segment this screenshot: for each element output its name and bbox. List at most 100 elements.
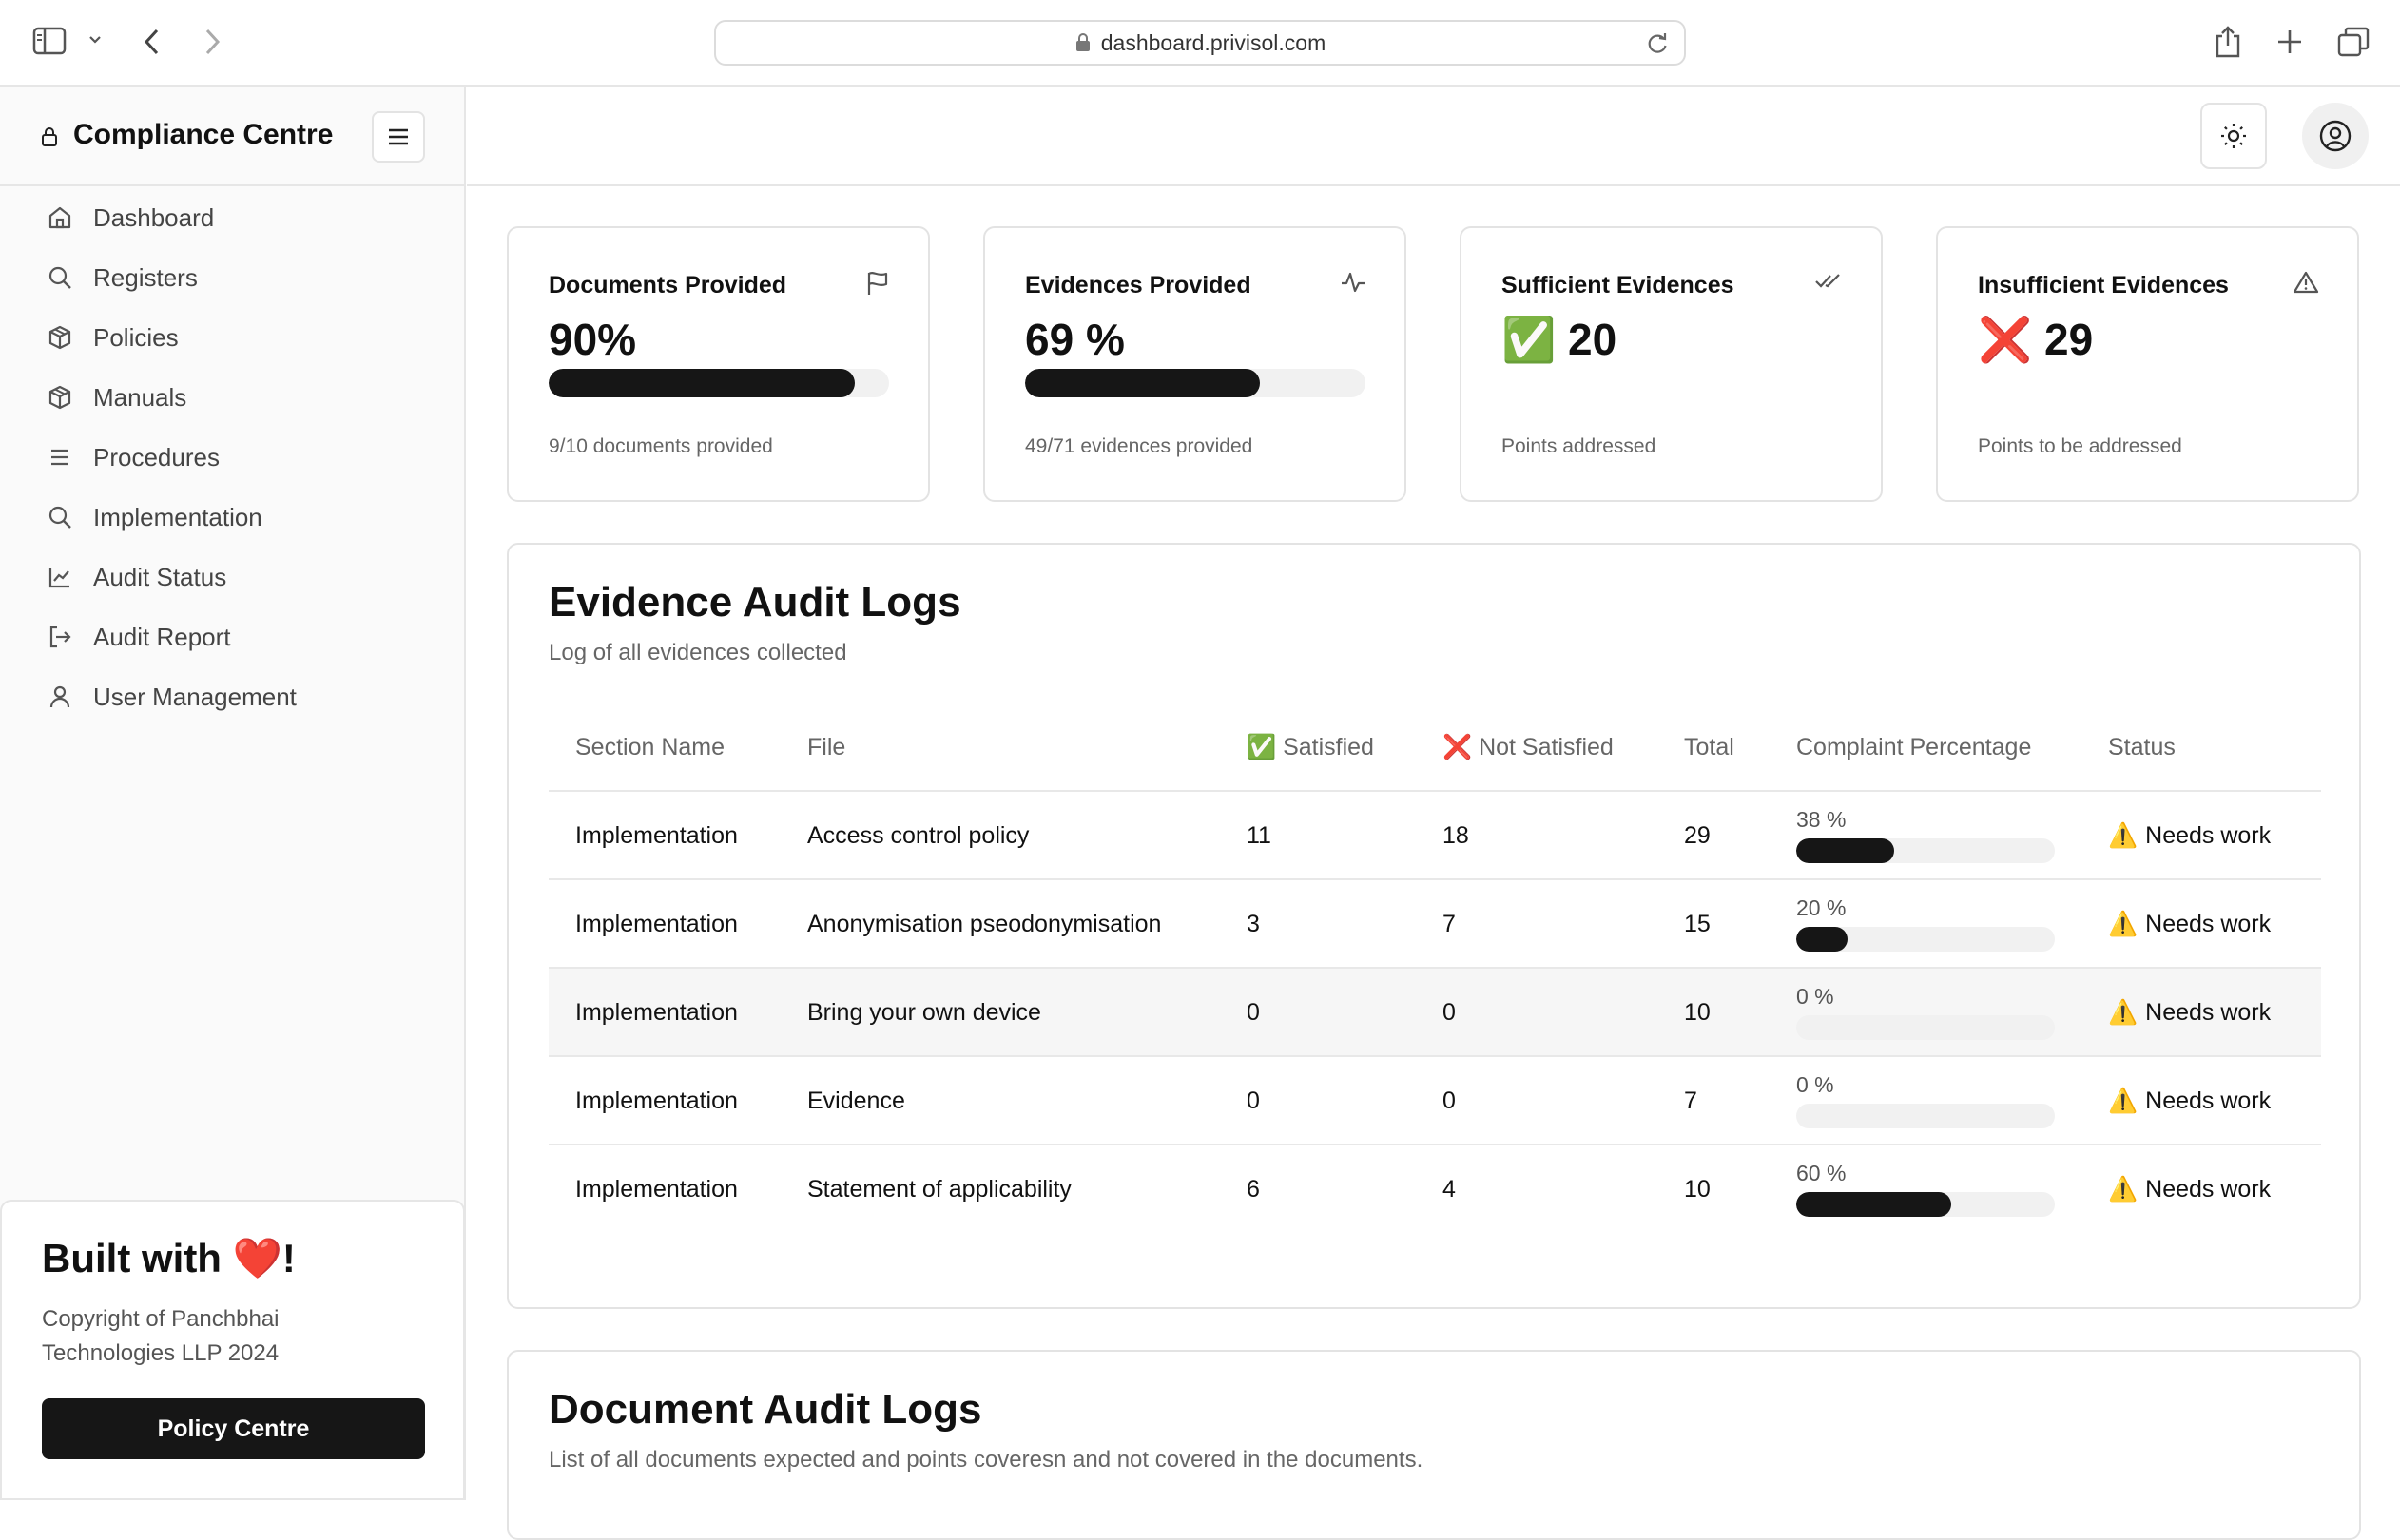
column-header[interactable]: Total bbox=[1684, 734, 1734, 761]
card-value: ✅ 20 bbox=[1501, 315, 1617, 364]
insufficient-evidences-card: Insufficient Evidences ❌ 29 Points to be… bbox=[1936, 226, 2359, 502]
satisfied-cell: 0 bbox=[1247, 999, 1260, 1026]
sidebar-header: Compliance Centre bbox=[0, 87, 464, 186]
lock-icon bbox=[40, 126, 59, 152]
sidebar-item-audit-status[interactable]: Audit Status bbox=[46, 558, 226, 596]
sidebar-item-manuals[interactable]: Manuals bbox=[46, 378, 186, 416]
sidebar-item-label: Procedures bbox=[93, 442, 220, 472]
search-icon bbox=[46, 263, 74, 292]
compliance-percentage-cell: 0 % bbox=[1796, 1072, 2055, 1128]
table-row[interactable]: Implementation Evidence 0 0 7 0 % ⚠️ Need… bbox=[549, 1057, 2321, 1145]
card-subtext: Points to be addressed bbox=[1978, 435, 2182, 457]
back-icon[interactable] bbox=[141, 27, 164, 57]
user-icon bbox=[46, 683, 74, 711]
log-out-icon bbox=[46, 623, 74, 651]
reload-icon[interactable] bbox=[1646, 31, 1669, 61]
card-subtext: 9/10 documents provided bbox=[549, 435, 773, 457]
satisfied-cell: 6 bbox=[1247, 1176, 1260, 1203]
check-check-icon bbox=[1814, 270, 1843, 296]
total-cell: 7 bbox=[1684, 1088, 1697, 1114]
sidebar-item-policies[interactable]: Policies bbox=[46, 318, 179, 356]
panel-subtitle: Log of all evidences collected bbox=[549, 640, 847, 665]
menu-button[interactable] bbox=[372, 111, 425, 163]
theme-toggle-button[interactable] bbox=[2200, 103, 2267, 169]
list-icon bbox=[46, 443, 74, 472]
warning-icon: ⚠️ bbox=[2108, 1176, 2139, 1203]
total-cell: 29 bbox=[1684, 822, 1711, 849]
sidebar-item-audit-report[interactable]: Audit Report bbox=[46, 618, 231, 656]
warning-icon: ⚠️ bbox=[2108, 911, 2139, 937]
file-cell: Bring your own device bbox=[807, 999, 1041, 1026]
table-row[interactable]: Implementation Anonymisation pseodonymis… bbox=[549, 880, 2321, 969]
url-text: dashboard.privisol.com bbox=[1100, 29, 1326, 55]
chevron-down-icon[interactable] bbox=[87, 34, 103, 46]
table-header: Section Name File ✅ Satisfied ❌ Not Sati… bbox=[549, 703, 2321, 792]
address-bar[interactable]: dashboard.privisol.com bbox=[714, 20, 1686, 66]
sidebar-item-label: Registers bbox=[93, 262, 198, 292]
progress-fill bbox=[549, 369, 856, 397]
percentage-label: 0 % bbox=[1796, 1072, 1834, 1097]
alert-triangle-icon bbox=[2293, 270, 2319, 299]
warning-icon: ⚠️ bbox=[2108, 1088, 2139, 1114]
sidebar-item-procedures[interactable]: Procedures bbox=[46, 438, 220, 476]
status-badge: ⚠️ Needs work bbox=[2108, 911, 2271, 938]
card-subtext: 49/71 evidences provided bbox=[1025, 435, 1253, 457]
section-cell: Implementation bbox=[575, 999, 738, 1026]
progress-bar bbox=[1025, 369, 1365, 397]
column-header[interactable]: ✅ Satisfied bbox=[1247, 734, 1374, 761]
package-icon bbox=[46, 323, 74, 352]
sidebar-item-registers[interactable]: Registers bbox=[46, 259, 198, 297]
card-value: 90% bbox=[549, 315, 637, 364]
evidence-audit-logs-panel: Evidence Audit Logs Log of all evidences… bbox=[507, 543, 2361, 1309]
total-cell: 15 bbox=[1684, 911, 1711, 937]
sidebar-item-label: Policies bbox=[93, 322, 179, 352]
home-icon bbox=[46, 203, 74, 232]
tab-overview-icon[interactable] bbox=[2337, 27, 2370, 57]
policy-centre-button[interactable]: Policy Centre bbox=[42, 1398, 425, 1459]
sidebar-item-user-management[interactable]: User Management bbox=[46, 678, 297, 716]
section-cell: Implementation bbox=[575, 1176, 738, 1203]
forward-icon[interactable] bbox=[201, 27, 223, 57]
user-menu-button[interactable] bbox=[2302, 103, 2369, 169]
column-header[interactable]: Complaint Percentage bbox=[1796, 734, 2031, 761]
line-chart-icon bbox=[46, 563, 74, 591]
column-header[interactable]: Status bbox=[2108, 734, 2176, 761]
column-header[interactable]: Section Name bbox=[575, 734, 725, 761]
table-row[interactable]: Implementation Statement of applicabilit… bbox=[549, 1145, 2321, 1234]
built-with-title: Built with ❤️! bbox=[42, 1236, 296, 1280]
table-row[interactable]: Implementation Bring your own device 0 0… bbox=[549, 969, 2321, 1057]
progress-bar bbox=[549, 369, 889, 397]
status-text: Needs work bbox=[2145, 822, 2272, 849]
section-cell: Implementation bbox=[575, 822, 738, 849]
status-badge: ⚠️ Needs work bbox=[2108, 1176, 2271, 1203]
lock-icon bbox=[1075, 33, 1090, 51]
total-cell: 10 bbox=[1684, 999, 1711, 1026]
status-badge: ⚠️ Needs work bbox=[2108, 999, 2271, 1027]
browser-toolbar: dashboard.privisol.com bbox=[0, 0, 2400, 87]
percentage-label: 60 % bbox=[1796, 1161, 1847, 1185]
percentage-bar bbox=[1796, 1104, 2055, 1128]
card-value: ❌ 29 bbox=[1978, 315, 2094, 364]
compliance-percentage-cell: 0 % bbox=[1796, 984, 2055, 1040]
share-icon[interactable] bbox=[2214, 25, 2242, 59]
new-tab-icon[interactable] bbox=[2276, 29, 2303, 55]
evidences-provided-card: Evidences Provided 69 % 49/71 evidences … bbox=[983, 226, 1406, 502]
table-row[interactable]: Implementation Access control policy 11 … bbox=[549, 792, 2321, 880]
satisfied-cell: 11 bbox=[1247, 822, 1271, 849]
sidebar-item-implementation[interactable]: Implementation bbox=[46, 498, 262, 536]
panel-title: Document Audit Logs bbox=[549, 1386, 982, 1433]
sidebar-item-label: Audit Report bbox=[93, 622, 231, 651]
percentage-bar bbox=[1796, 1015, 2055, 1040]
column-header[interactable]: File bbox=[807, 734, 845, 761]
percentage-bar bbox=[1796, 1192, 2055, 1217]
sidebar-toggle-icon[interactable] bbox=[32, 27, 67, 55]
search-icon bbox=[46, 503, 74, 531]
progress-fill bbox=[1025, 369, 1261, 397]
percentage-label: 0 % bbox=[1796, 984, 1834, 1009]
warning-icon: ⚠️ bbox=[2108, 999, 2139, 1026]
panel-subtitle: List of all documents expected and point… bbox=[549, 1447, 1423, 1473]
menu-icon bbox=[389, 128, 408, 145]
column-header[interactable]: ❌ Not Satisfied bbox=[1442, 734, 1614, 761]
user-circle-icon bbox=[2319, 120, 2352, 152]
sidebar-item-dashboard[interactable]: Dashboard bbox=[46, 199, 214, 237]
